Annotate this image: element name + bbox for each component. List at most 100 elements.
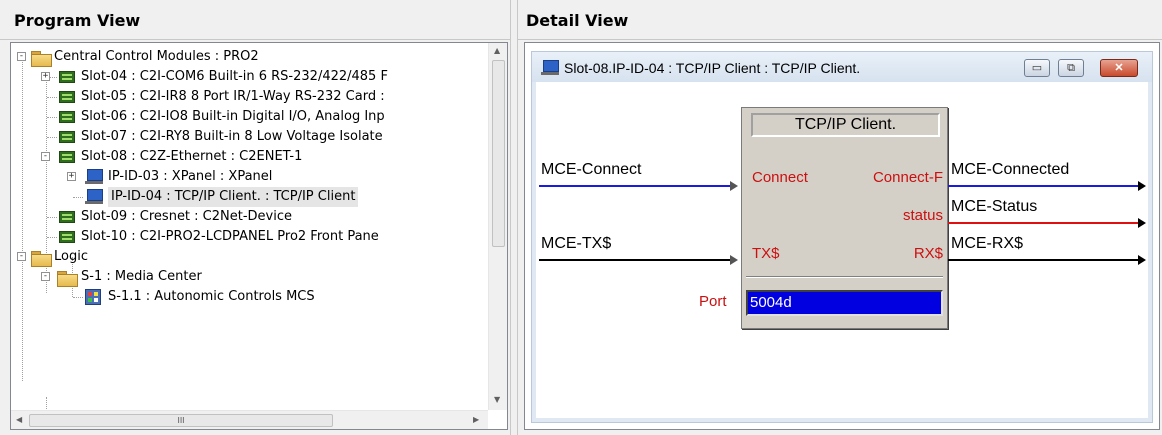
tree-guide-line: [73, 297, 83, 298]
tree-guide-line: [47, 117, 57, 118]
output-arrow-icon: [1138, 218, 1146, 228]
input-port-tx: TX$: [752, 245, 780, 262]
port-parameter-field[interactable]: 5004d: [746, 290, 943, 316]
output-wire-rx[interactable]: [948, 259, 1140, 261]
tree-item-label: Slot-06 : C2I-IO8 Built-in Digital I/O, …: [81, 109, 385, 124]
card-icon: [59, 151, 75, 163]
tree-item[interactable]: S-1.1 : Autonomic Controls MCS: [11, 287, 488, 307]
collapse-toggle[interactable]: -: [41, 152, 50, 161]
tree-item[interactable]: + IP-ID-03 : XPanel : XPanel: [11, 167, 488, 187]
tree-item[interactable]: Slot-09 : Cresnet : C2Net-Device: [11, 207, 488, 227]
parameter-separator: [746, 276, 943, 278]
output-signal-rx[interactable]: MCE-RX$: [951, 235, 1023, 253]
tree-content: - Central Control Modules : PRO2 + Slot-…: [11, 43, 488, 410]
input-wire-tx[interactable]: [539, 259, 733, 261]
card-icon: [59, 231, 75, 243]
tree-item-label: Slot-04 : C2I-COM6 Built-in 6 RS-232/422…: [81, 69, 388, 84]
pane-splitter[interactable]: [510, 0, 518, 435]
tree-item-label: Slot-10 : C2I-PRO2-LCDPANEL Pro2 Front P…: [81, 229, 379, 244]
tree-guide-line: [46, 397, 47, 410]
input-arrow-icon: [730, 181, 738, 191]
card-icon: [59, 211, 75, 223]
output-port-rx: RX$: [913, 245, 943, 262]
expand-toggle[interactable]: +: [67, 172, 76, 181]
output-signal-status[interactable]: MCE-Status: [951, 198, 1037, 216]
tree-guide-line: [47, 97, 57, 98]
tree-item[interactable]: - S-1 : Media Center: [11, 267, 488, 287]
computer-icon: [85, 189, 103, 205]
tree-guide-line: [47, 237, 57, 238]
tree-guide-line: [47, 137, 57, 138]
folder-open-icon: [31, 251, 52, 267]
input-port-connect: Connect: [752, 169, 808, 186]
expand-toggle[interactable]: +: [41, 72, 50, 81]
scroll-down-arrow-icon[interactable]: ▼: [494, 395, 500, 404]
card-icon: [59, 91, 75, 103]
input-signal-connect[interactable]: MCE-Connect: [541, 161, 641, 179]
tcp-ip-client-symbol[interactable]: TCP/IP Client. Connect TX$ Connect-F sta…: [741, 107, 948, 329]
collapse-toggle[interactable]: -: [17, 52, 26, 61]
card-icon: [59, 131, 75, 143]
tree-item[interactable]: Slot-07 : C2I-RY8 Built-in 8 Low Voltage…: [11, 127, 488, 147]
scroll-up-arrow-icon[interactable]: ▲: [494, 46, 500, 55]
symbol-window-titlebar[interactable]: Slot-08.IP-ID-04 : TCP/IP Client : TCP/I…: [532, 52, 1152, 82]
port-parameter-label: Port: [699, 293, 727, 310]
tree-item-label: S-1.1 : Autonomic Controls MCS: [108, 289, 315, 304]
vertical-scrollbar[interactable]: ▲ ▼: [488, 43, 507, 410]
tree-item[interactable]: Slot-06 : C2I-IO8 Built-in Digital I/O, …: [11, 107, 488, 127]
tree-item-label: Slot-08 : C2Z-Ethernet : C2ENET-1: [81, 149, 303, 164]
output-signal-connected[interactable]: MCE-Connected: [951, 161, 1069, 179]
tree-item-label: S-1 : Media Center: [81, 269, 202, 284]
symbol-window-title: Slot-08.IP-ID-04 : TCP/IP Client : TCP/I…: [564, 60, 861, 76]
tree-item[interactable]: - Logic: [11, 247, 488, 267]
scrollbar-thumb[interactable]: [492, 60, 505, 247]
program-view-pane: Program View - Central Control Modules :…: [0, 0, 510, 435]
input-signal-tx[interactable]: MCE-TX$: [541, 235, 611, 253]
folder-open-icon: [57, 271, 78, 287]
logic-module-icon: [85, 289, 101, 305]
card-icon: [59, 71, 75, 83]
input-wire-connect[interactable]: [539, 185, 733, 187]
tree-item[interactable]: Slot-05 : C2I-IR8 8 Port IR/1-Way RS-232…: [11, 87, 488, 107]
card-icon: [59, 111, 75, 123]
folder-open-icon: [31, 51, 52, 67]
collapse-toggle[interactable]: -: [41, 272, 50, 281]
collapse-toggle[interactable]: -: [17, 252, 26, 261]
output-port-connect-f: Connect-F: [872, 169, 943, 186]
input-arrow-icon: [730, 255, 738, 265]
tree-guide-line: [47, 217, 57, 218]
tree-item-label: IP-ID-04 : TCP/IP Client. : TCP/IP Clien…: [108, 187, 359, 207]
output-port-status: status: [902, 207, 943, 224]
scroll-right-arrow-icon[interactable]: ▶: [473, 415, 479, 424]
tree-guide-line: [73, 197, 83, 198]
output-arrow-icon: [1138, 181, 1146, 191]
tree-item-label: Logic: [54, 249, 88, 264]
tree-item-selected[interactable]: IP-ID-04 : TCP/IP Client. : TCP/IP Clien…: [11, 187, 488, 207]
minimize-button[interactable]: ▭: [1024, 59, 1050, 77]
close-button[interactable]: ✕: [1100, 59, 1138, 77]
detail-view-title: Detail View: [518, 0, 1162, 40]
symbol-window[interactable]: Slot-08.IP-ID-04 : TCP/IP Client : TCP/I…: [531, 51, 1153, 423]
tree-item-label: IP-ID-03 : XPanel : XPanel: [108, 169, 273, 184]
detail-view-pane: Detail View Slot-08.IP-ID-04 : TCP/IP Cl…: [518, 0, 1162, 435]
symbol-canvas[interactable]: MCE-Connect MCE-TX$ TCP/IP Client. Conne…: [536, 82, 1148, 418]
computer-icon: [85, 169, 103, 185]
tree-item[interactable]: Slot-10 : C2I-PRO2-LCDPANEL Pro2 Front P…: [11, 227, 488, 247]
output-wire-connected[interactable]: [948, 185, 1140, 187]
restore-button[interactable]: ⧉: [1058, 59, 1084, 77]
tree-item[interactable]: - Slot-08 : C2Z-Ethernet : C2ENET-1: [11, 147, 488, 167]
scroll-left-arrow-icon[interactable]: ◀: [16, 415, 22, 424]
output-arrow-icon: [1138, 255, 1146, 265]
tree-item-label: Central Control Modules : PRO2: [54, 49, 259, 64]
tree-item[interactable]: + Slot-04 : C2I-COM6 Built-in 6 RS-232/4…: [11, 67, 488, 87]
program-tree[interactable]: - Central Control Modules : PRO2 + Slot-…: [10, 42, 508, 430]
scrollbar-thumb[interactable]: III: [29, 414, 333, 427]
tree-item[interactable]: - Central Control Modules : PRO2: [11, 47, 488, 67]
tree-item-label: Slot-05 : C2I-IR8 8 Port IR/1-Way RS-232…: [81, 89, 385, 104]
symbol-name: TCP/IP Client.: [751, 113, 940, 137]
horizontal-scrollbar[interactable]: ◀ III ▶: [11, 410, 488, 429]
program-view-title: Program View: [0, 0, 510, 40]
output-wire-status[interactable]: [948, 222, 1140, 224]
detail-view-area: Slot-08.IP-ID-04 : TCP/IP Client : TCP/I…: [524, 42, 1160, 430]
tree-item-label: Slot-09 : Cresnet : C2Net-Device: [81, 209, 292, 224]
